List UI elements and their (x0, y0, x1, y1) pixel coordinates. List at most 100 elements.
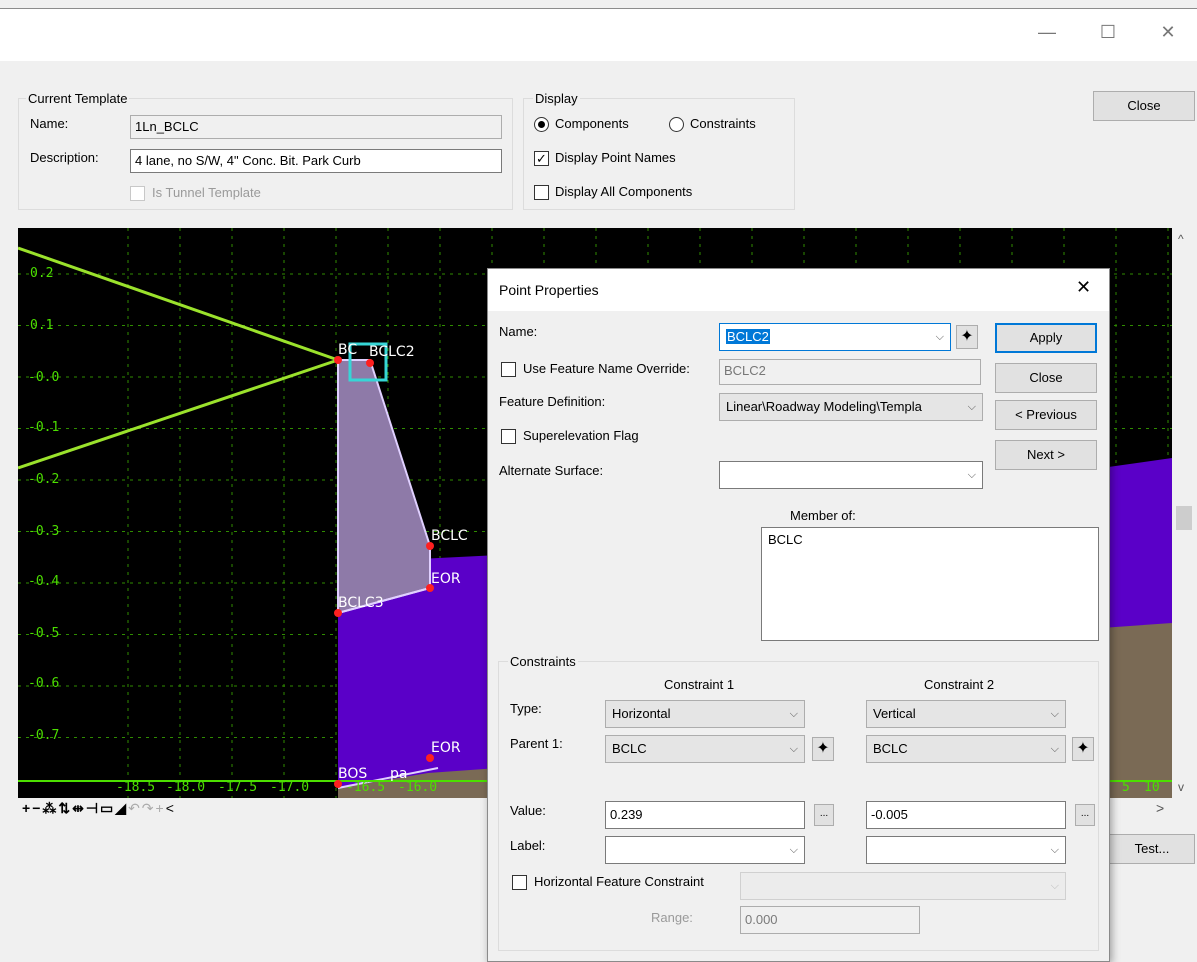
curb-component (337, 359, 431, 615)
chevron-down-icon: ⌵ (935, 331, 944, 343)
chevron-down-icon: ⌵ (967, 469, 976, 481)
y-tick-label: -0.5 (28, 626, 60, 641)
point-label-eor: EOR (431, 571, 461, 587)
move-icon[interactable]: ⇅ (58, 800, 72, 816)
constraint-1-pick-button[interactable]: ✦ (812, 737, 834, 761)
point-label-bclc: BCLC (431, 528, 468, 544)
constraints-group-label: Constraints (508, 654, 578, 669)
y-tick-label: -0.1 (28, 420, 60, 435)
main-close-button[interactable]: Close (1093, 91, 1195, 121)
chevron-down-icon: ⌵ (789, 743, 798, 755)
plus-icon[interactable]: + (22, 800, 32, 816)
alternate-surface-label: Alternate Surface: (499, 463, 604, 478)
chevron-down-icon: ⌵ (1050, 708, 1059, 720)
point-label-eor-bottom: EOR (431, 740, 461, 756)
display-point-names-label: Display Point Names (555, 150, 676, 165)
chevron-down-icon: ⌵ (1050, 743, 1059, 755)
is-tunnel-checkbox[interactable] (130, 186, 145, 201)
point-name-value: BCLC2 (726, 329, 770, 344)
superelevation-checkbox[interactable] (501, 429, 516, 444)
constraint-2-value-field[interactable]: -0.005 (866, 801, 1066, 829)
range-field[interactable]: 0.000 (740, 906, 920, 934)
node-icon[interactable]: ⊣ (86, 800, 100, 816)
constraint-2-pick-button[interactable]: ✦ (1072, 737, 1094, 761)
constraints-radio-label: Constraints (690, 116, 756, 131)
point-label-pa: pa (390, 766, 408, 782)
constraints-radio[interactable] (669, 117, 684, 132)
constraint-1-parent-combo[interactable]: BCLC ⌵ (605, 735, 805, 763)
constraint-2-label-combo[interactable]: ⌵ (866, 836, 1066, 864)
maximize-button[interactable]: ☐ (1088, 18, 1128, 46)
x-tick-label: -18.0 (166, 780, 206, 795)
label-label: Label: (510, 838, 546, 853)
horizontal-feature-combo[interactable]: ⌵ (740, 872, 1066, 900)
chevron-down-icon: ⌵ (1050, 880, 1059, 892)
close-window-button[interactable]: ✕ (1148, 18, 1188, 46)
apply-button[interactable]: Apply (995, 323, 1097, 353)
chevron-down-icon: ⌵ (789, 844, 798, 856)
constraint-2-parent-combo[interactable]: BCLC ⌵ (866, 735, 1066, 763)
alternate-surface-combo[interactable]: ⌵ (719, 461, 983, 489)
drawing-toolbar: +−⁂⇅⇹⊣▭◢↶↷+< (22, 800, 176, 817)
title-bar (0, 9, 1197, 61)
scroll-down-arrow-icon[interactable]: v (1178, 780, 1184, 794)
components-radio-label: Components (555, 116, 629, 131)
constraint-1-label-combo[interactable]: ⌵ (605, 836, 805, 864)
use-feature-override-label: Use Feature Name Override: (523, 361, 690, 376)
constraint-1-header: Constraint 1 (664, 677, 735, 692)
horizontal-feature-constraint-checkbox[interactable] (512, 875, 527, 890)
point-label-bclc2: BCLC2 (369, 344, 415, 360)
template-name-field[interactable]: 1Ln_BCLC (130, 115, 502, 139)
vertical-scrollbar-thumb[interactable] (1176, 506, 1192, 530)
dialog-close-button[interactable]: Close (995, 363, 1097, 393)
is-tunnel-label: Is Tunnel Template (152, 185, 261, 200)
components-radio[interactable] (534, 117, 549, 132)
chevron-left-icon[interactable]: < (166, 800, 176, 816)
chevron-down-icon: ⌵ (789, 708, 798, 720)
point-name-combo[interactable]: BCLC2 ⌵ (719, 323, 951, 351)
rectangle-icon[interactable]: ▭ (100, 800, 115, 816)
feature-override-field[interactable]: BCLC2 (719, 359, 981, 385)
split-icon[interactable]: ⇹ (72, 800, 86, 816)
y-tick-label: -0.4 (28, 574, 60, 589)
point-bclc2 (366, 359, 374, 367)
parent-1-label: Parent 1: (510, 736, 563, 751)
point-properties-dialog: Point Properties ✕ Name: BCLC2 ⌵ ✦ Use F… (487, 268, 1110, 962)
feature-definition-combo[interactable]: Linear\Roadway Modeling\Templa ⌵ (719, 393, 983, 421)
use-feature-override-checkbox[interactable] (501, 362, 516, 377)
point-label-bclc3: BCLC3 (338, 595, 384, 611)
next-button[interactable]: Next > (995, 440, 1097, 470)
point-name-label: Name: (499, 324, 538, 339)
y-tick-label: -0.0 (28, 370, 60, 385)
scroll-up-arrow-icon[interactable]: ^ (1178, 232, 1184, 246)
constraint-1-type-combo[interactable]: Horizontal ⌵ (605, 700, 805, 728)
dialog-close-icon[interactable]: ✕ (1076, 277, 1091, 298)
constraint-2-parent-value: BCLC (873, 741, 908, 756)
constraint-2-more-button[interactable]: ... (1075, 804, 1095, 826)
minus-icon[interactable]: − (32, 800, 42, 816)
display-point-names-checkbox[interactable]: ✓ (534, 151, 549, 166)
feature-definition-value: Linear\Roadway Modeling\Templa (726, 399, 922, 414)
undo-icon[interactable]: ↶ (128, 800, 142, 816)
display-all-components-checkbox[interactable] (534, 185, 549, 200)
crosshair-icon[interactable]: + (156, 800, 166, 816)
list-item[interactable]: BCLC (768, 532, 1092, 547)
redo-icon[interactable]: ↷ (142, 800, 156, 816)
constraint-1-more-button[interactable]: ... (814, 804, 834, 826)
green-line-upper (18, 246, 339, 362)
pick-point-button[interactable]: ✦ (956, 325, 978, 349)
scroll-right-arrow-icon[interactable]: > (1156, 800, 1164, 816)
test-button[interactable]: Test... (1109, 834, 1195, 864)
type-label: Type: (510, 701, 542, 716)
description-label: Description: (30, 150, 99, 165)
add-point-icon[interactable]: ⁂ (42, 800, 58, 816)
display-all-components-label: Display All Components (555, 184, 693, 199)
constraint-1-parent-value: BCLC (612, 741, 647, 756)
member-of-list[interactable]: BCLC (761, 527, 1099, 641)
constraint-2-type-combo[interactable]: Vertical ⌵ (866, 700, 1066, 728)
template-description-field[interactable]: 4 lane, no S/W, 4" Conc. Bit. Park Curb (130, 149, 502, 173)
minimize-button[interactable]: — (1027, 18, 1067, 46)
fill-icon[interactable]: ◢ (115, 800, 128, 816)
constraint-1-value-field[interactable]: 0.239 (605, 801, 805, 829)
previous-button[interactable]: < Previous (995, 400, 1097, 430)
